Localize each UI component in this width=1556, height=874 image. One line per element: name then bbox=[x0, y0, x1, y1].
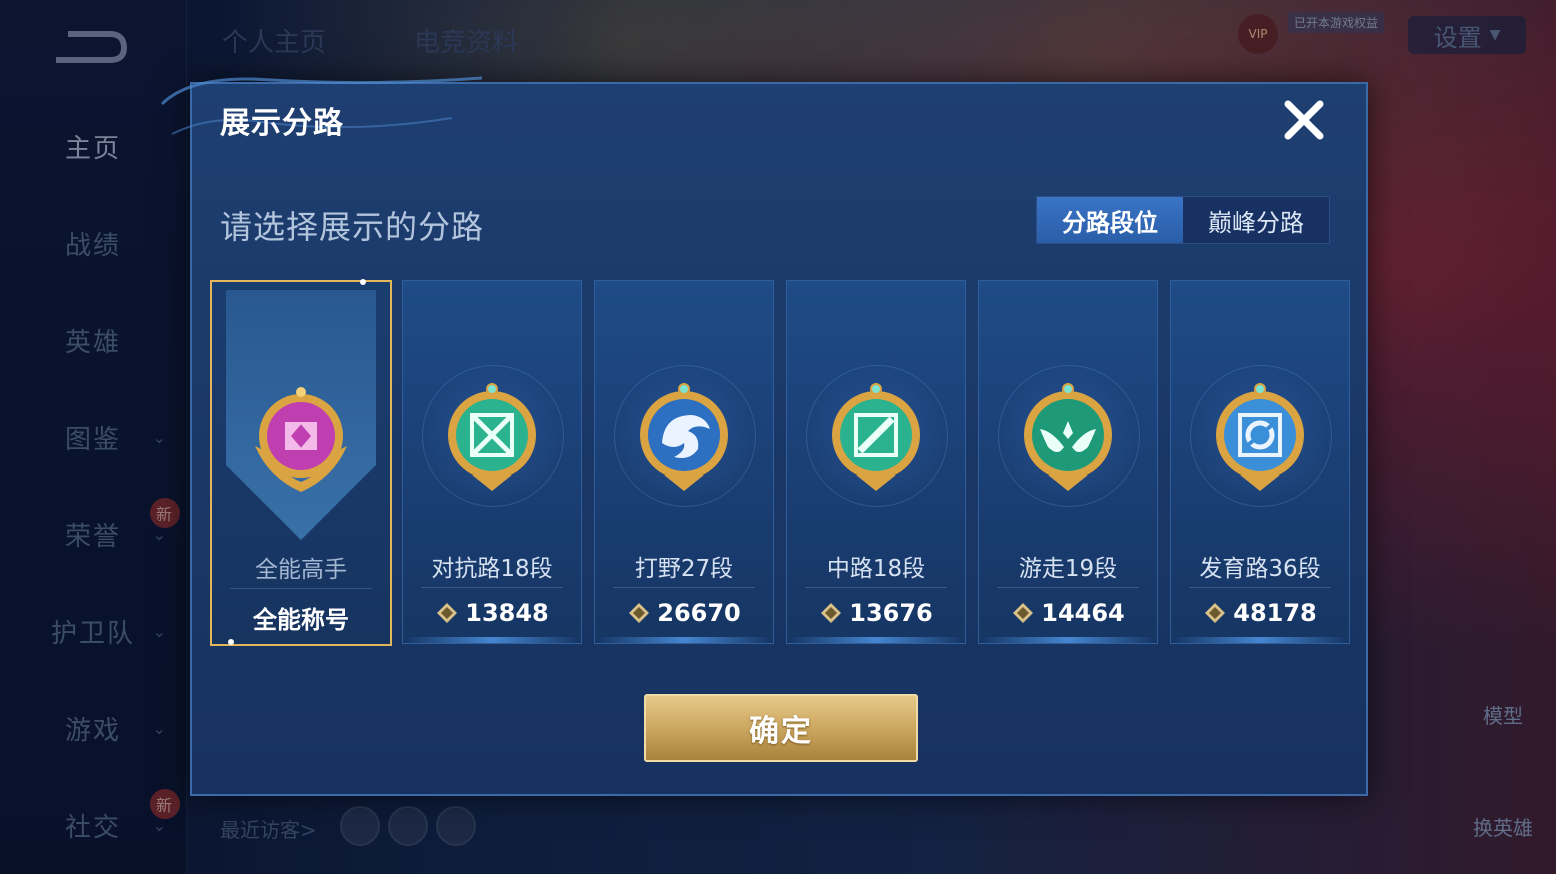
clash-lane-badge-icon bbox=[448, 383, 536, 491]
lane-card-name: 发育路36段 bbox=[1199, 556, 1321, 582]
score-icon bbox=[629, 603, 650, 623]
lane-card-name: 全能高手 bbox=[255, 557, 347, 583]
confirm-button[interactable]: 确定 bbox=[644, 694, 918, 762]
lane-card-value: 13848 bbox=[403, 599, 581, 627]
lane-card-name: 中路18段 bbox=[826, 556, 926, 582]
lane-mode-toggle: 分路段位 巅峰分路 bbox=[1036, 196, 1330, 244]
lane-card-value: 26670 bbox=[595, 599, 773, 627]
close-icon[interactable] bbox=[1282, 98, 1326, 142]
jungle-badge-icon bbox=[640, 383, 728, 491]
score-icon bbox=[437, 603, 458, 623]
toggle-peak-lane[interactable]: 巅峰分路 bbox=[1183, 197, 1329, 243]
lane-card-farm[interactable]: 发育路36段 48178 bbox=[1170, 280, 1350, 644]
card-glow bbox=[403, 637, 581, 643]
score-icon bbox=[1013, 603, 1034, 623]
lane-card-roam[interactable]: 游走19段 14464 bbox=[978, 280, 1158, 644]
lane-card-name: 对抗路18段 bbox=[431, 556, 553, 582]
lane-card-name: 打野27段 bbox=[634, 556, 734, 582]
lane-card-jungle[interactable]: 打野27段 26670 bbox=[594, 280, 774, 644]
corner-dot bbox=[360, 279, 366, 285]
lane-card-value: 全能称号 bbox=[212, 600, 390, 635]
lane-card-value-text: 13676 bbox=[849, 599, 933, 627]
card-divider bbox=[997, 587, 1139, 588]
card-divider bbox=[421, 587, 563, 588]
score-icon bbox=[821, 603, 842, 623]
score-icon bbox=[1205, 603, 1226, 623]
card-glow bbox=[979, 637, 1157, 643]
lane-card-value: 13676 bbox=[787, 599, 965, 627]
versatile-badge-icon bbox=[255, 387, 347, 492]
corner-dot bbox=[228, 639, 234, 645]
lane-card-versatile[interactable]: 全能高手 全能称号 bbox=[210, 279, 392, 646]
lane-card-name: 游走19段 bbox=[1018, 556, 1118, 582]
lane-display-dialog: 展示分路 请选择展示的分路 分路段位 巅峰分路 全能高手 全能称号 对抗路18段… bbox=[160, 76, 1368, 796]
dialog-subtitle: 请选择展示的分路 bbox=[220, 208, 485, 246]
lane-card-value: 14464 bbox=[979, 599, 1157, 627]
dialog-title: 展示分路 bbox=[220, 106, 344, 141]
card-divider bbox=[1189, 587, 1331, 588]
card-glow bbox=[787, 637, 965, 643]
lane-card-value-text: 14464 bbox=[1041, 599, 1125, 627]
card-divider bbox=[805, 587, 947, 588]
farm-lane-badge-icon bbox=[1216, 383, 1304, 491]
roam-badge-icon bbox=[1024, 383, 1112, 491]
lane-card-mid[interactable]: 中路18段 13676 bbox=[786, 280, 966, 644]
lane-card-value-text: 全能称号 bbox=[253, 606, 349, 634]
lane-card-value-text: 26670 bbox=[657, 599, 741, 627]
card-glow bbox=[1171, 637, 1349, 643]
lane-card-value: 48178 bbox=[1171, 599, 1349, 627]
card-divider bbox=[230, 588, 372, 589]
card-divider bbox=[613, 587, 755, 588]
mid-lane-badge-icon bbox=[832, 383, 920, 491]
lane-card-value-text: 13848 bbox=[465, 599, 549, 627]
lane-card-clash[interactable]: 对抗路18段 13848 bbox=[402, 280, 582, 644]
card-glow bbox=[595, 637, 773, 643]
lane-card-value-text: 48178 bbox=[1233, 599, 1317, 627]
toggle-lane-rank[interactable]: 分路段位 bbox=[1037, 197, 1183, 243]
